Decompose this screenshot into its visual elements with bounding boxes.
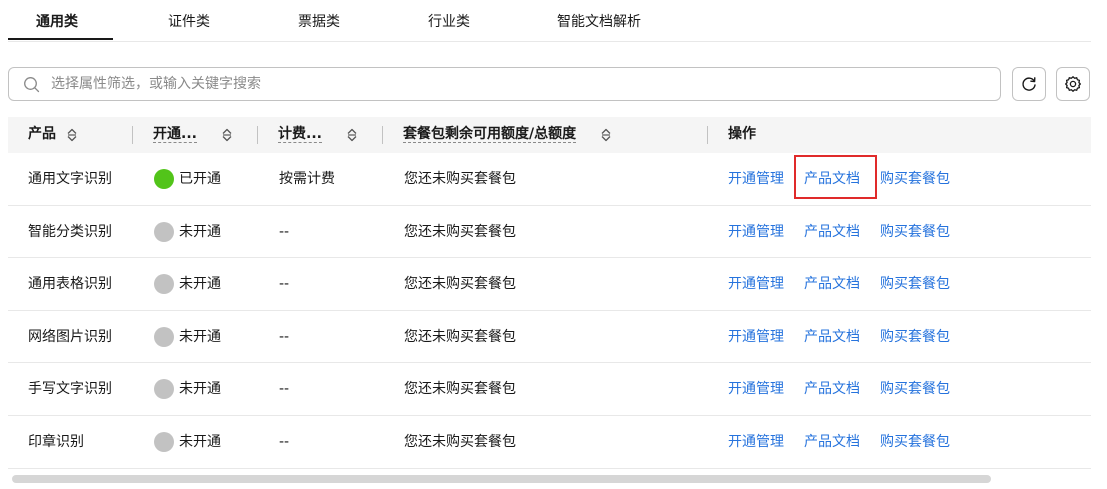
product-docs-link[interactable]: 产品文档	[804, 258, 860, 310]
search-input[interactable]	[51, 69, 981, 99]
column-quota[interactable]: 套餐包剩余可用额度/总额度	[403, 117, 577, 153]
quota-text: 您还未购买套餐包	[404, 223, 516, 240]
billing-mode: --	[279, 433, 290, 450]
column-divider[interactable]	[382, 126, 383, 144]
active-tab-indicator	[8, 38, 113, 40]
search-box[interactable]	[8, 67, 1001, 101]
status-text: 已开通	[179, 171, 221, 187]
manage-activation-link[interactable]: 开通管理	[728, 363, 784, 415]
billing-mode: --	[279, 328, 290, 345]
quota-text: 您还未购买套餐包	[404, 381, 516, 398]
status-dot-icon	[154, 221, 174, 242]
buy-package-link[interactable]: 购买套餐包	[880, 153, 950, 205]
table-row: 手写文字识别 未开通 -- 您还未购买套餐包 开通管理 产品文档 购买套餐包	[8, 363, 1091, 416]
column-billing[interactable]: 计费...	[278, 117, 322, 153]
product-docs-link[interactable]: 产品文档	[804, 206, 860, 258]
manage-activation-link[interactable]: 开通管理	[728, 206, 784, 258]
quota-text: 您还未购买套餐包	[404, 433, 516, 450]
status-dot-icon	[154, 169, 174, 189]
quota-text: 您还未购买套餐包	[404, 328, 516, 345]
buy-package-link[interactable]: 购买套餐包	[880, 311, 950, 363]
product-name: 通用文字识别	[28, 171, 112, 187]
sort-icon[interactable]	[66, 128, 78, 142]
quota-text: 您还未购买套餐包	[404, 276, 516, 293]
buy-package-link[interactable]: 购买套餐包	[880, 206, 950, 258]
column-divider[interactable]	[257, 126, 258, 144]
column-divider[interactable]	[132, 126, 133, 144]
table-row: 通用表格识别 未开通 -- 您还未购买套餐包 开通管理 产品文档 购买套餐包	[8, 258, 1091, 311]
sort-icon[interactable]	[221, 128, 233, 142]
table-row: 网络图片识别 未开通 -- 您还未购买套餐包 开通管理 产品文档 购买套餐包	[8, 311, 1091, 364]
table-row: 通用文字识别 已开通 按需计费 您还未购买套餐包 开通管理 产品文档 购买套餐包	[8, 153, 1091, 206]
buy-package-link[interactable]: 购买套餐包	[880, 363, 950, 415]
product-docs-link[interactable]: 产品文档	[804, 363, 860, 415]
sort-icon[interactable]	[600, 128, 612, 142]
status-dot-icon	[154, 274, 174, 295]
horizontal-scrollbar[interactable]	[12, 475, 991, 483]
manage-activation-link[interactable]: 开通管理	[728, 311, 784, 363]
product-docs-link[interactable]: 产品文档	[804, 416, 860, 468]
category-tabs: 通用类 证件类 票据类 行业类 智能文档解析	[8, 0, 1091, 42]
product-name: 手写文字识别	[28, 381, 112, 398]
gear-icon	[1065, 76, 1081, 92]
tab-certificates[interactable]: 证件类	[168, 11, 210, 31]
status-dot-icon	[154, 379, 174, 400]
status-dot-icon	[154, 326, 174, 347]
billing-mode: --	[279, 276, 290, 293]
table-row: 印章识别 未开通 -- 您还未购买套餐包 开通管理 产品文档 购买套餐包	[8, 416, 1091, 469]
product-table: 产品 开通... 计费... 套餐包剩余可用额度/总额度 操作 通用文字识别 已…	[8, 117, 1091, 469]
table-header: 产品 开通... 计费... 套餐包剩余可用额度/总额度 操作	[8, 117, 1091, 153]
column-product[interactable]: 产品	[28, 117, 56, 153]
product-name: 通用表格识别	[28, 276, 112, 293]
status-text: 未开通	[179, 381, 221, 398]
column-status[interactable]: 开通...	[153, 117, 197, 153]
status-text: 未开通	[179, 328, 221, 345]
tab-general[interactable]: 通用类	[36, 11, 78, 31]
tab-smart-document[interactable]: 智能文档解析	[557, 11, 641, 31]
sort-icon[interactable]	[346, 128, 358, 142]
buy-package-link[interactable]: 购买套餐包	[880, 416, 950, 468]
billing-mode: --	[279, 381, 290, 398]
product-name: 网络图片识别	[28, 328, 112, 345]
product-name: 智能分类识别	[28, 223, 112, 240]
billing-mode: --	[279, 223, 290, 240]
product-docs-link[interactable]: 产品文档	[804, 311, 860, 363]
status-text: 未开通	[179, 433, 221, 450]
billing-mode: 按需计费	[279, 171, 335, 187]
manage-activation-link[interactable]: 开通管理	[728, 416, 784, 468]
refresh-icon	[1022, 77, 1036, 91]
table-body: 通用文字识别 已开通 按需计费 您还未购买套餐包 开通管理 产品文档 购买套餐包 智能分类识别…	[8, 153, 1091, 469]
tab-industry[interactable]: 行业类	[428, 11, 470, 31]
column-divider[interactable]	[707, 126, 708, 144]
highlight-box	[794, 155, 877, 199]
quota-text: 您还未购买套餐包	[404, 171, 516, 187]
manage-activation-link[interactable]: 开通管理	[728, 153, 784, 205]
table-row: 智能分类识别 未开通 -- 您还未购买套餐包 开通管理 产品文档 购买套餐包	[8, 206, 1091, 259]
status-text: 未开通	[179, 276, 221, 293]
status-dot-icon	[154, 431, 174, 452]
settings-button[interactable]	[1056, 67, 1090, 101]
refresh-button[interactable]	[1012, 67, 1046, 101]
search-icon	[24, 77, 40, 93]
status-text: 未开通	[179, 223, 221, 240]
product-name: 印章识别	[28, 433, 84, 450]
tab-receipts[interactable]: 票据类	[298, 11, 340, 31]
buy-package-link[interactable]: 购买套餐包	[880, 258, 950, 310]
column-actions: 操作	[728, 126, 756, 142]
manage-activation-link[interactable]: 开通管理	[728, 258, 784, 310]
